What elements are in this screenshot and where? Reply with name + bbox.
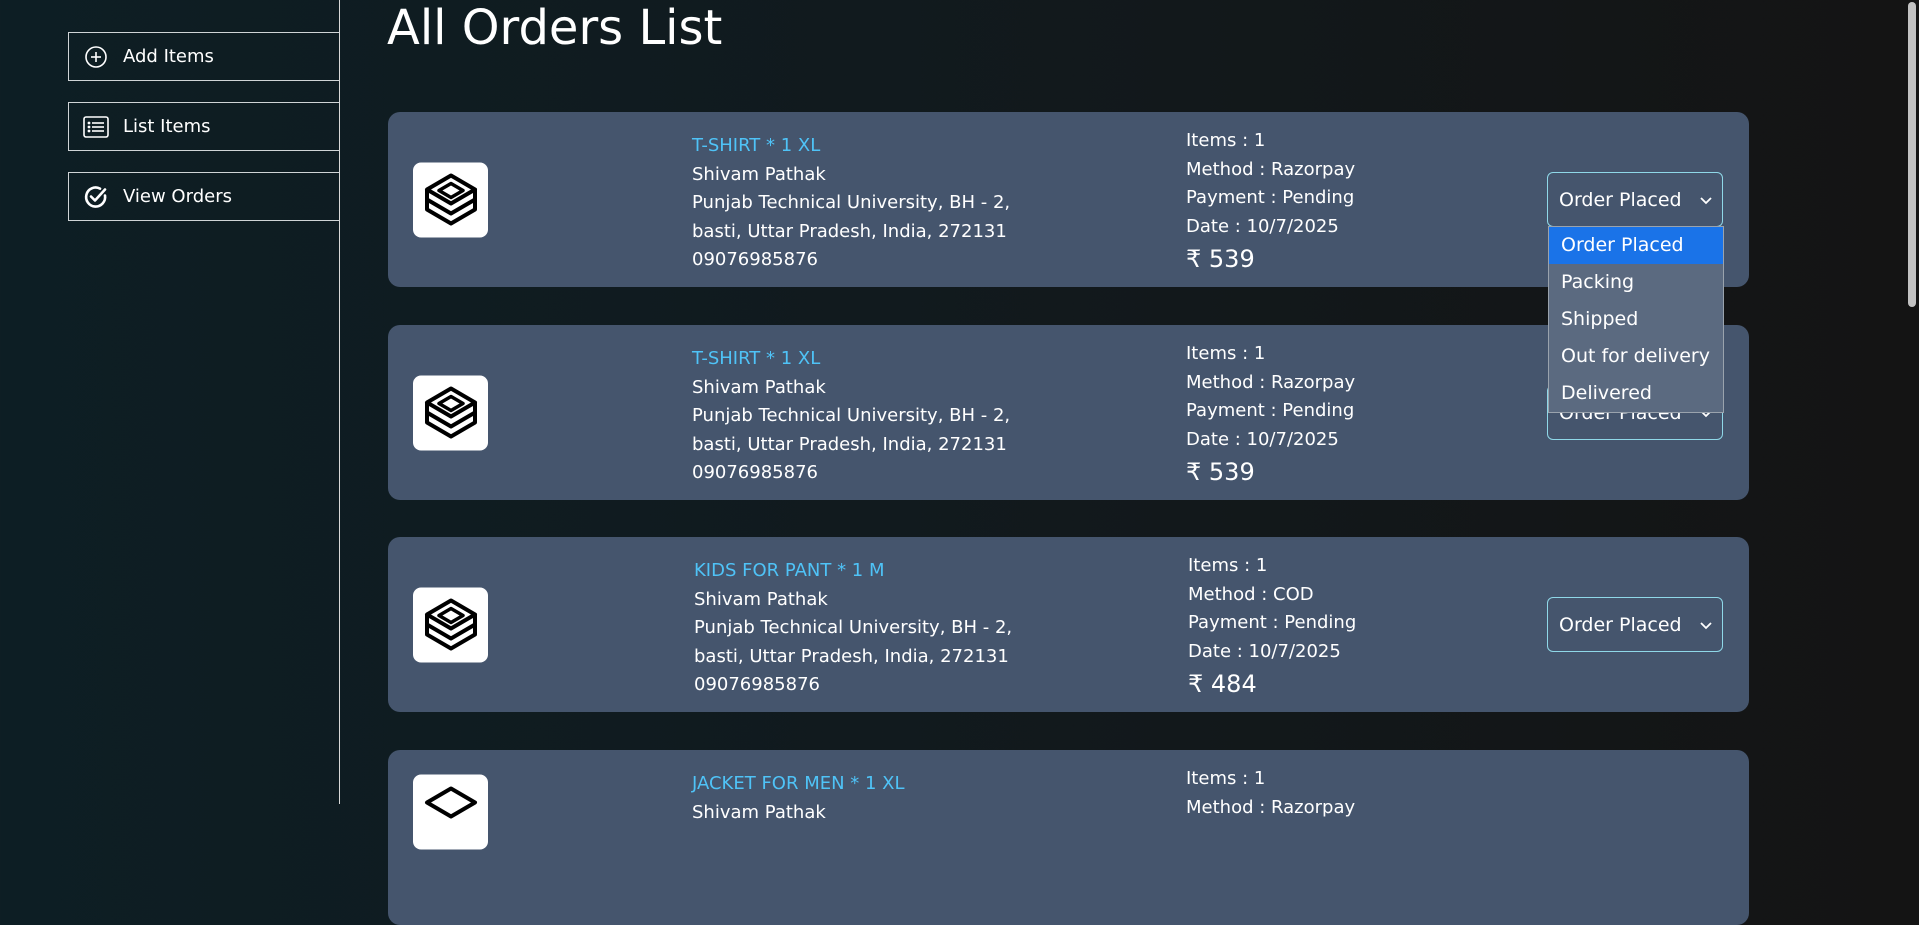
status-value: Order Placed <box>1559 613 1682 636</box>
status-option-order-placed[interactable]: Order Placed <box>1549 227 1723 264</box>
order-date: Date : 10/7/2025 <box>1186 428 1339 450</box>
order-info: T-SHIRT * 1 XL Shivam Pathak Punjab Tech… <box>692 132 1010 275</box>
payment-status: Payment : Pending <box>1188 612 1357 633</box>
order-info: KIDS FOR PANT * 1 M Shivam Pathak Punjab… <box>694 557 1012 700</box>
chevron-down-icon <box>1700 615 1712 634</box>
order-card: KIDS FOR PANT * 1 M Shivam Pathak Punjab… <box>388 537 1749 712</box>
customer-name: Shivam Pathak <box>692 163 826 185</box>
customer-name: Shivam Pathak <box>692 376 826 398</box>
order-amount: ₹ 539 <box>1186 245 1255 273</box>
order-date: Date : 10/7/2025 <box>1188 640 1341 662</box>
payment-method: Method : Razorpay <box>1186 158 1356 180</box>
sidebar-item-list-items[interactable]: List Items <box>68 102 340 151</box>
order-status-select[interactable]: Order Placed <box>1547 172 1723 227</box>
payment-method: Method : COD <box>1188 583 1314 605</box>
order-items-count: Items : 1 <box>1188 555 1268 576</box>
check-circle-icon <box>83 184 109 210</box>
payment-method: Method : Razorpay <box>1186 371 1356 393</box>
order-product: T-SHIRT * 1 XL <box>692 348 821 369</box>
order-items-count: Items : 1 <box>1186 343 1266 364</box>
order-product: KIDS FOR PANT * 1 M <box>694 560 885 581</box>
status-option-delivered[interactable]: Delivered <box>1549 375 1723 412</box>
order-product: JACKET FOR MEN * 1 XL <box>692 773 905 794</box>
payment-status: Payment : Pending <box>1186 400 1355 421</box>
address-line-1: Punjab Technical University, BH - 2, <box>692 192 1011 213</box>
parcel-icon <box>413 162 488 237</box>
order-product: T-SHIRT * 1 XL <box>692 135 821 156</box>
plus-circle-icon <box>83 44 109 70</box>
sidebar: Add Items List Items View Orders <box>0 0 340 804</box>
sidebar-item-label: List Items <box>123 116 211 137</box>
page-scrollbar[interactable] <box>1904 0 1919 804</box>
sidebar-item-view-orders[interactable]: View Orders <box>68 172 340 221</box>
status-option-packing[interactable]: Packing <box>1549 264 1723 301</box>
customer-name: Shivam Pathak <box>692 801 826 823</box>
scrollbar-thumb[interactable] <box>1908 2 1916 307</box>
sidebar-item-add-items[interactable]: Add Items <box>68 32 340 81</box>
address-line-1: Punjab Technical University, BH - 2, <box>692 405 1011 426</box>
status-option-out-for-delivery[interactable]: Out for delivery <box>1549 338 1723 375</box>
address-line-1: Punjab Technical University, BH - 2, <box>694 617 1013 638</box>
status-value: Order Placed <box>1559 188 1682 211</box>
status-option-shipped[interactable]: Shipped <box>1549 301 1723 338</box>
address-line-2: basti, Uttar Pradesh, India, 272131 <box>694 645 1009 667</box>
order-items-count: Items : 1 <box>1186 768 1266 789</box>
parcel-icon <box>413 375 488 450</box>
order-amount: ₹ 539 <box>1186 458 1255 486</box>
customer-phone: 09076985876 <box>692 462 818 483</box>
list-icon <box>83 114 109 140</box>
address-line-2: basti, Uttar Pradesh, India, 272131 <box>692 220 1007 242</box>
order-meta: Items : 1 Method : COD Payment : Pending… <box>1188 552 1356 699</box>
payment-status: Payment : Pending <box>1186 187 1355 208</box>
order-info: JACKET FOR MEN * 1 XL Shivam Pathak <box>692 770 905 827</box>
order-card: JACKET FOR MEN * 1 XL Shivam Pathak Item… <box>388 750 1749 925</box>
order-card: T-SHIRT * 1 XL Shivam Pathak Punjab Tech… <box>388 112 1749 287</box>
customer-phone: 09076985876 <box>694 674 820 695</box>
parcel-icon <box>413 774 488 850</box>
order-card: T-SHIRT * 1 XL Shivam Pathak Punjab Tech… <box>388 325 1749 500</box>
parcel-icon <box>413 587 488 662</box>
payment-method: Method : Razorpay <box>1186 796 1356 818</box>
chevron-down-icon <box>1700 190 1712 209</box>
order-meta: Items : 1 Method : Razorpay Payment : Pe… <box>1186 127 1355 274</box>
order-status-dropdown: Order Placed Packing Shipped Out for del… <box>1548 226 1724 413</box>
order-amount: ₹ 484 <box>1188 670 1257 698</box>
sidebar-item-label: Add Items <box>123 46 214 67</box>
page-title: All Orders List <box>387 0 723 56</box>
sidebar-item-label: View Orders <box>123 186 232 207</box>
order-meta: Items : 1 Method : Razorpay <box>1186 765 1355 822</box>
order-meta: Items : 1 Method : Razorpay Payment : Pe… <box>1186 340 1355 487</box>
customer-phone: 09076985876 <box>692 249 818 270</box>
order-date: Date : 10/7/2025 <box>1186 215 1339 237</box>
address-line-2: basti, Uttar Pradesh, India, 272131 <box>692 433 1007 455</box>
order-info: T-SHIRT * 1 XL Shivam Pathak Punjab Tech… <box>692 345 1010 488</box>
order-items-count: Items : 1 <box>1186 130 1266 151</box>
order-status-select[interactable]: Order Placed <box>1547 597 1723 652</box>
customer-name: Shivam Pathak <box>694 588 828 610</box>
